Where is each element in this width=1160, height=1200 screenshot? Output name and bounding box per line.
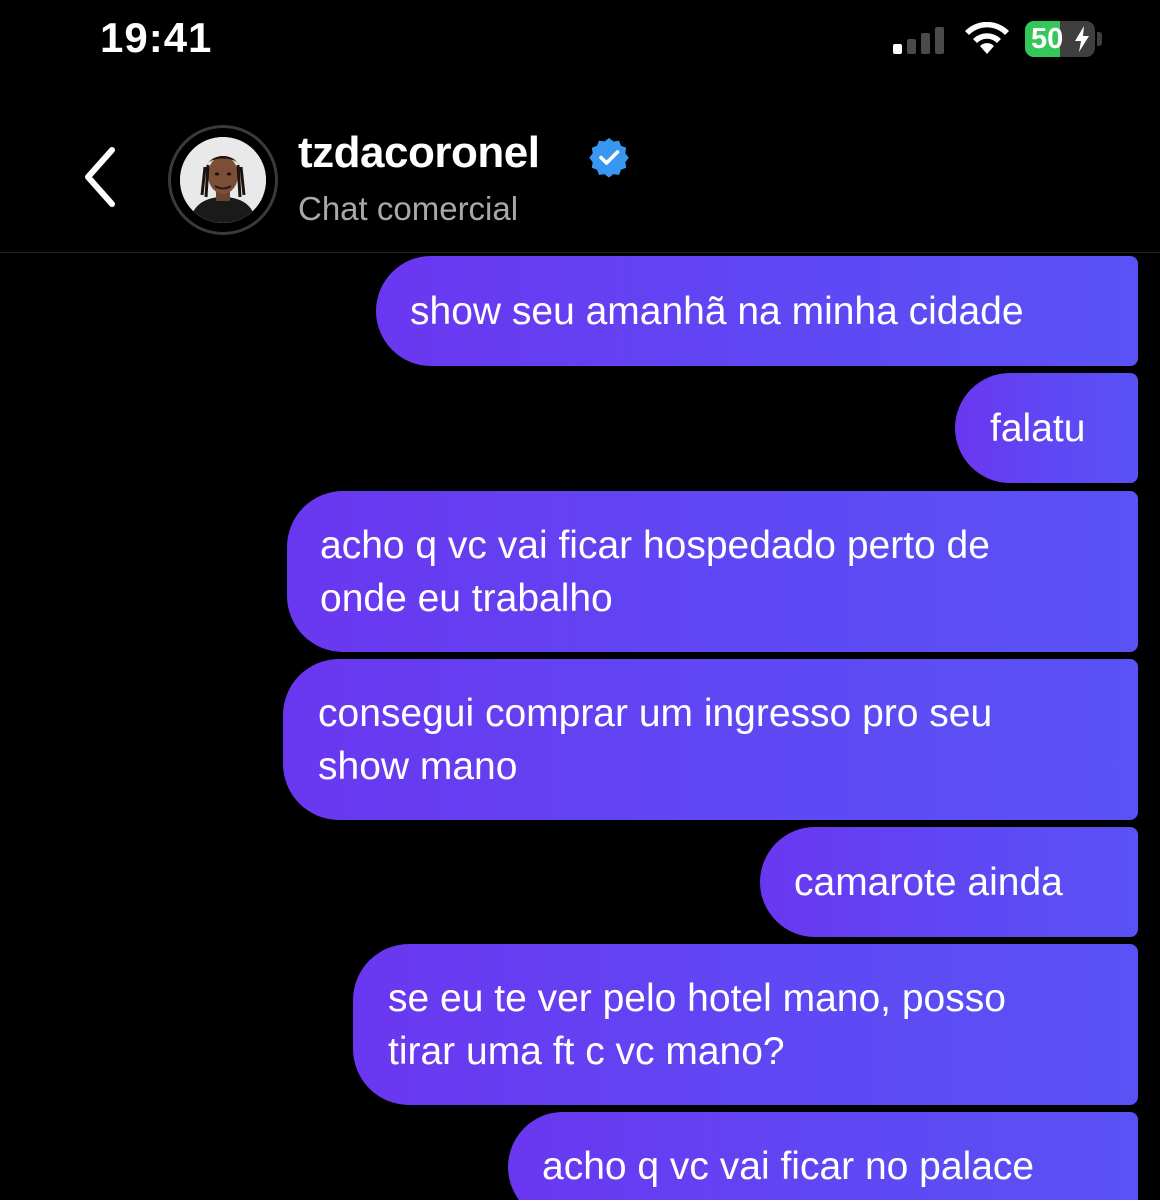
chat-screen: 19:41 50 tzdacoronel Chat comercial show…: [0, 0, 1160, 1200]
battery-percent: 50: [1031, 23, 1064, 55]
message-text: se eu te ver pelo hotel mano, posso tira…: [388, 976, 1006, 1073]
cellular-signal-icon: [893, 26, 945, 54]
message-text: show seu amanhã na minha cidade: [410, 289, 1024, 333]
message-bubble[interactable]: consegui comprar um ingresso pro seu sho…: [283, 659, 1138, 820]
contact-name[interactable]: tzdacoronel: [298, 128, 540, 178]
avatar[interactable]: [168, 125, 278, 235]
message-bubble[interactable]: acho q vc vai ficar no palace: [508, 1112, 1138, 1200]
chat-type-label: Chat comercial: [298, 190, 519, 227]
charging-bolt-icon: [1075, 26, 1089, 52]
message-bubble[interactable]: camarote ainda: [760, 827, 1138, 937]
status-time: 19:41: [100, 14, 213, 61]
message-bubble[interactable]: falatu: [955, 373, 1138, 483]
message-bubble[interactable]: show seu amanhã na minha cidade: [376, 256, 1138, 366]
message-text: acho q vc vai ficar no palace: [542, 1145, 1035, 1188]
back-chevron-icon[interactable]: [78, 144, 122, 210]
battery-icon: 50: [1025, 21, 1095, 57]
message-text: consegui comprar um ingresso pro seu sho…: [318, 691, 993, 788]
message-text: camarote ainda: [794, 860, 1063, 904]
battery-cap: [1097, 32, 1102, 46]
avatar-photo: [180, 137, 266, 223]
verified-badge-icon: [589, 138, 629, 178]
wifi-icon: [965, 22, 1009, 54]
message-bubble[interactable]: acho q vc vai ficar hospedado perto de o…: [287, 491, 1138, 652]
header-divider: [0, 252, 1160, 253]
message-text: falatu: [990, 406, 1086, 450]
person-portrait-icon: [180, 137, 266, 223]
message-text: acho q vc vai ficar hospedado perto de o…: [320, 523, 990, 620]
message-bubble[interactable]: se eu te ver pelo hotel mano, posso tira…: [353, 944, 1138, 1105]
